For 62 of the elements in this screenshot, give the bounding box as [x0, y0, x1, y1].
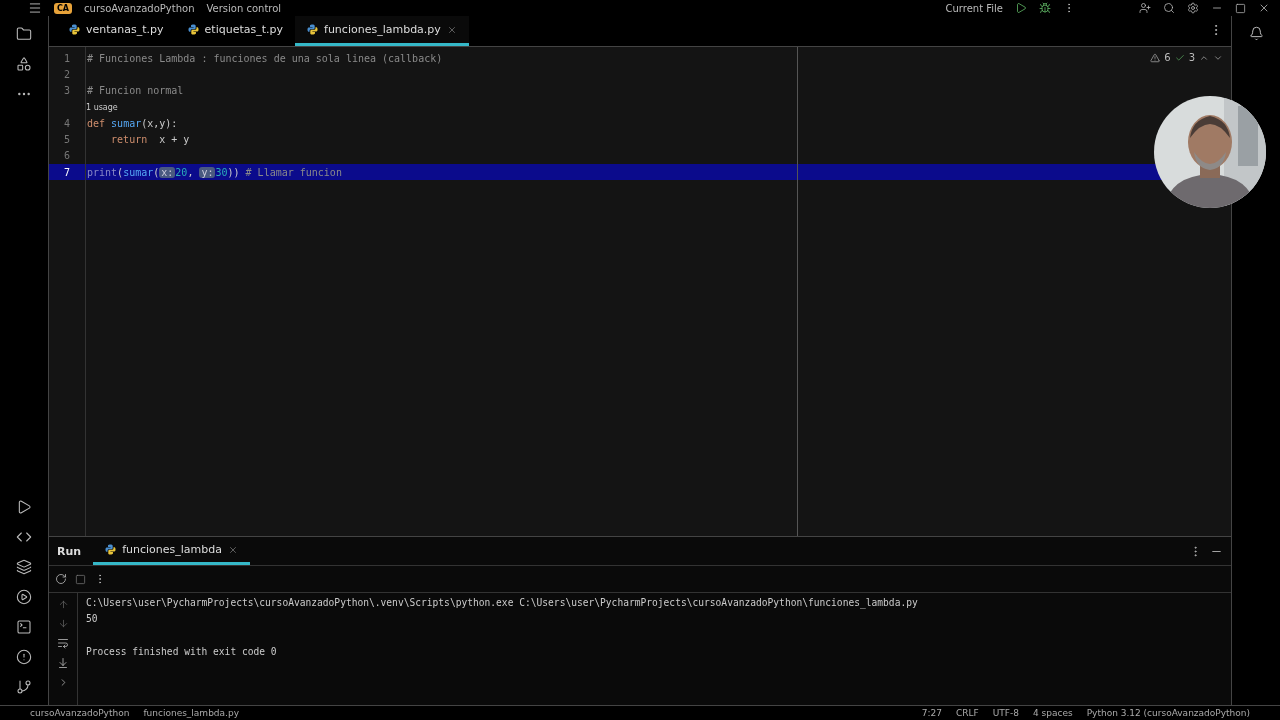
run-icon[interactable]: [1015, 2, 1027, 14]
line-number: 2: [63, 68, 71, 80]
vcs-menu[interactable]: Version control: [206, 2, 282, 14]
line-number: 3: [63, 85, 71, 97]
code-line: return x + y: [110, 134, 190, 146]
breadcrumb[interactable]: funciones_lambda.py: [143, 708, 239, 718]
layers-icon[interactable]: [16, 559, 32, 575]
run-config-selector[interactable]: Current File: [945, 2, 1003, 14]
search-icon[interactable]: [1163, 2, 1175, 14]
rerun-icon[interactable]: [55, 573, 67, 585]
maximize-icon[interactable]: [1235, 2, 1246, 14]
file-tab[interactable]: ventanas_t.py: [57, 16, 176, 46]
close-icon[interactable]: [228, 544, 238, 555]
code-line: # Funciones Lambda : funciones de una sola linea (callback): [86, 52, 443, 64]
console-line: C:\Users\user\PycharmProjects\cursoAvanzadoPython\.venv\Scripts\python.exe C:\Users\user\PycharmProjects\cursoAvanzadoPython\funciones_lambda.py: [86, 597, 918, 611]
problems-icon[interactable]: [16, 649, 32, 665]
services-icon[interactable]: [16, 589, 32, 605]
notifications-icon[interactable]: [1248, 26, 1264, 41]
run-icon[interactable]: [16, 499, 32, 515]
panel-title: Run: [57, 544, 82, 558]
add-user-icon[interactable]: [1139, 2, 1151, 14]
file-tab[interactable]: funciones_lambda.py: [295, 16, 469, 46]
terminal-icon[interactable]: [16, 619, 32, 635]
status-item[interactable]: UTF-8: [992, 708, 1019, 718]
code-line: def sumar(x,y):: [86, 117, 178, 129]
python-file-icon: [105, 544, 117, 555]
exit-message: Process finished with exit code 0: [86, 645, 278, 659]
project-selector[interactable]: cursoAvanzadoPython: [84, 2, 195, 14]
project-badge: CA: [54, 2, 73, 14]
close-icon[interactable]: [1258, 2, 1270, 14]
structure-icon[interactable]: [16, 56, 32, 72]
folder-icon[interactable]: [16, 26, 32, 42]
status-item[interactable]: CRLF: [955, 708, 979, 718]
line-number: 4: [63, 117, 71, 129]
warning-icon: [1150, 52, 1161, 63]
breadcrumb[interactable]: cursoAvanzadoPython: [30, 708, 130, 718]
wrap-icon[interactable]: [57, 637, 69, 649]
code-line: print(sumar( x: 20, y: 30)) # Llamar funcion: [86, 166, 342, 178]
debug-icon[interactable]: [1039, 2, 1051, 14]
status-item[interactable]: 7:27: [921, 708, 942, 718]
line-number: 1: [63, 52, 71, 64]
check-count: 3: [1188, 52, 1195, 63]
close-icon[interactable]: [446, 24, 457, 35]
python-file-icon: [69, 24, 80, 35]
line-number: 6: [63, 150, 71, 162]
python-file-icon: [187, 24, 199, 35]
check-icon: [1174, 52, 1185, 63]
warning-count: 6: [1164, 52, 1171, 63]
console-icon[interactable]: [16, 529, 32, 545]
python-file-icon: [307, 24, 318, 35]
usage-hint[interactable]: 1 usage: [86, 102, 118, 112]
git-icon[interactable]: [16, 679, 32, 695]
line-number: 5: [63, 134, 71, 146]
code-line: # Funcion normal: [86, 85, 184, 97]
file-tab[interactable]: etiquetas_t.py: [175, 16, 295, 46]
console-line: 50: [86, 613, 99, 627]
line-number: 7: [63, 166, 71, 178]
status-item[interactable]: Python 3.12 (cursoAvanzadoPython): [1086, 708, 1250, 718]
settings-icon[interactable]: [1187, 2, 1199, 14]
status-item[interactable]: 4 spaces: [1032, 708, 1073, 718]
menu-icon[interactable]: [28, 1, 42, 15]
scroll-end-icon[interactable]: [57, 657, 69, 669]
